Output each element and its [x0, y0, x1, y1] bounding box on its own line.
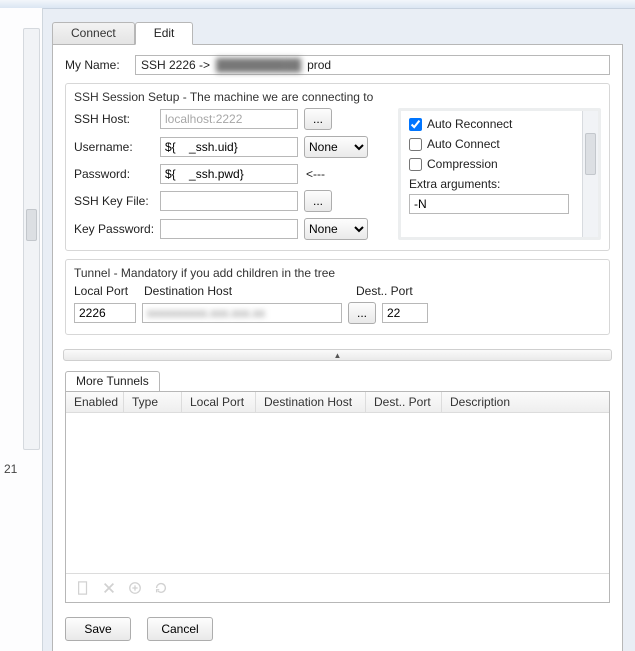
splitter-handle[interactable]: ▲: [63, 349, 612, 361]
more-tunnels-tab[interactable]: More Tunnels: [65, 371, 160, 391]
ssh-section: SSH Session Setup - The machine we are c…: [65, 83, 610, 251]
options-scrollbar-thumb[interactable]: [585, 133, 596, 175]
col-enabled[interactable]: Enabled: [66, 392, 124, 412]
tunnel-destport-field[interactable]: [382, 303, 428, 323]
tunnel-desthost-label: Destination Host: [144, 284, 356, 298]
ssh-keyfile-label: SSH Key File:: [74, 194, 160, 208]
ssh-host-browse-button[interactable]: ...: [304, 108, 332, 130]
left-marker: 21: [4, 462, 17, 476]
tunnel-destport-label: Dest.. Port: [356, 284, 426, 298]
ssh-host-field[interactable]: [160, 109, 298, 129]
col-destport[interactable]: Dest.. Port: [366, 392, 442, 412]
col-desthost[interactable]: Destination Host: [256, 392, 366, 412]
tunnel-legend: Tunnel - Mandatory if you add children i…: [74, 266, 601, 280]
main-panel: Connect Edit My Name: SSH 2226 -> ██████…: [52, 22, 623, 643]
options-scrollbar[interactable]: [582, 111, 598, 237]
col-type[interactable]: Type: [124, 392, 182, 412]
save-button[interactable]: Save: [65, 617, 131, 641]
tunnel-localport-label: Local Port: [74, 284, 144, 298]
myname-field[interactable]: [135, 55, 610, 75]
ssh-pass-field[interactable]: [160, 164, 298, 184]
ssh-host-label: SSH Host:: [74, 112, 160, 126]
more-tunnels-grid: Enabled Type Local Port Destination Host…: [65, 391, 610, 603]
ssh-pass-hint: <---: [306, 167, 325, 181]
extra-args-label: Extra arguments:: [409, 177, 590, 191]
ssh-keypass-mode-select[interactable]: None: [304, 218, 368, 240]
compression-checkbox[interactable]: [409, 158, 422, 171]
grid-body[interactable]: [66, 413, 609, 573]
ssh-keyfile-field[interactable]: [160, 191, 298, 211]
ssh-legend: SSH Session Setup - The machine we are c…: [74, 90, 601, 104]
ssh-keypass-field[interactable]: [160, 219, 298, 239]
grid-header: Enabled Type Local Port Destination Host…: [66, 392, 609, 413]
left-scrollbar[interactable]: [23, 28, 40, 450]
ssh-user-field[interactable]: [160, 137, 298, 157]
extra-args-field[interactable]: [409, 194, 569, 214]
ssh-user-mode-select[interactable]: None: [304, 136, 368, 158]
ssh-keyfile-browse-button[interactable]: ...: [304, 190, 332, 212]
ssh-keypass-label: Key Password:: [74, 222, 160, 236]
myname-label: My Name:: [65, 58, 135, 72]
col-description[interactable]: Description: [442, 392, 609, 412]
ssh-options-box: Auto Reconnect Auto Connect Compression …: [398, 108, 601, 240]
add-icon[interactable]: [128, 581, 142, 595]
ssh-pass-label: Password:: [74, 167, 160, 181]
auto-connect-checkbox[interactable]: [409, 138, 422, 151]
refresh-icon[interactable]: [154, 581, 168, 595]
ssh-user-label: Username:: [74, 140, 160, 154]
tunnel-desthost-field[interactable]: [142, 303, 342, 323]
tunnel-localport-field[interactable]: [74, 303, 136, 323]
compression-label: Compression: [427, 157, 498, 171]
col-localport[interactable]: Local Port: [182, 392, 256, 412]
tab-edit[interactable]: Edit: [135, 22, 194, 45]
grid-toolbar: [66, 573, 609, 602]
window: 21 Connect Edit My Name: SSH 2226 -> ███…: [0, 0, 635, 651]
left-sidebar: 21: [0, 8, 43, 651]
chevron-up-icon: ▲: [334, 351, 342, 360]
myname-row: My Name: SSH 2226 -> ██████████ prod: [65, 55, 610, 75]
auto-connect-label: Auto Connect: [427, 137, 500, 151]
titlebar-strip: [0, 0, 635, 9]
delete-icon[interactable]: [102, 581, 116, 595]
tab-connect[interactable]: Connect: [52, 22, 135, 44]
tunnel-section: Tunnel - Mandatory if you add children i…: [65, 259, 610, 335]
page-icon[interactable]: [76, 581, 90, 595]
tunnel-desthost-browse-button[interactable]: ...: [348, 302, 376, 324]
footer-buttons: Save Cancel: [65, 617, 610, 641]
auto-reconnect-label: Auto Reconnect: [427, 117, 512, 131]
tabstrip: Connect Edit: [52, 22, 623, 44]
cancel-button[interactable]: Cancel: [147, 617, 213, 641]
left-scrollbar-thumb[interactable]: [26, 209, 37, 241]
ssh-left: SSH Host: ... Username: None: [74, 108, 394, 240]
auto-reconnect-checkbox[interactable]: [409, 118, 422, 131]
edit-panel: My Name: SSH 2226 -> ██████████ prod SSH…: [52, 44, 623, 651]
